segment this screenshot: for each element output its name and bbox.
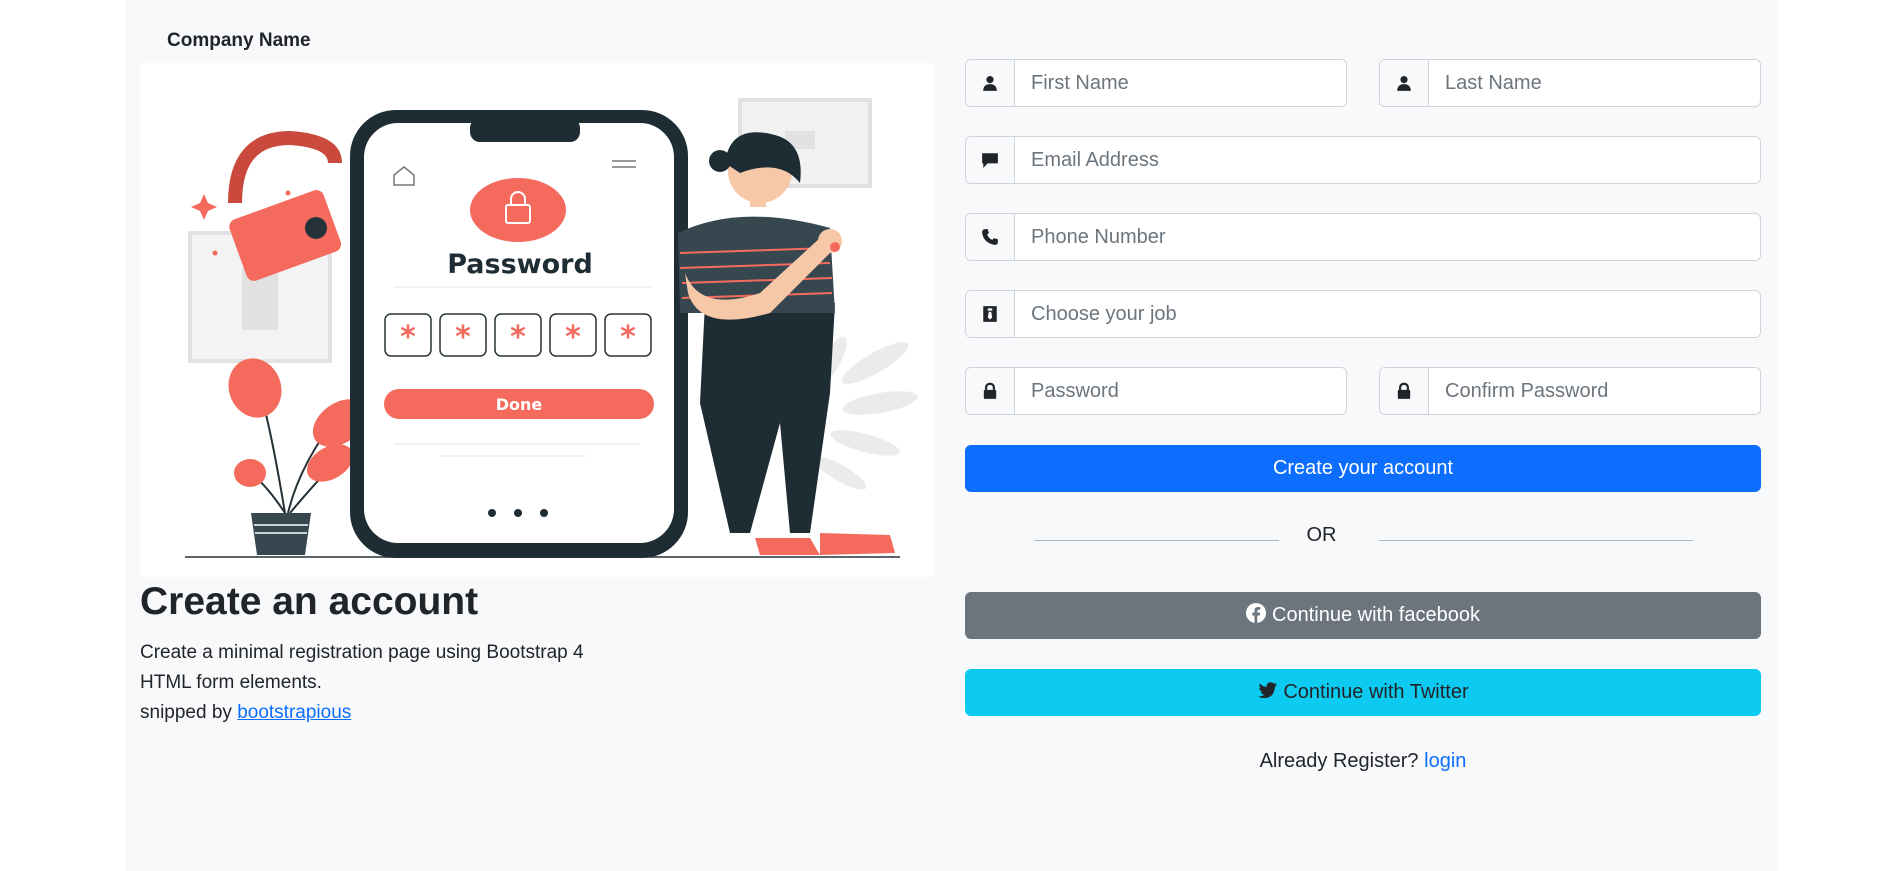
user-icon xyxy=(966,60,1015,106)
briefcase-icon xyxy=(966,291,1015,337)
continue-facebook-button[interactable]: Continue with facebook xyxy=(965,592,1761,639)
password-group xyxy=(965,367,1347,415)
description-line: HTML form elements. xyxy=(140,672,322,693)
page-title: Create an account xyxy=(140,580,479,623)
page-description: Create a minimal registration page using… xyxy=(140,638,660,728)
sparkle-dot xyxy=(285,190,291,196)
last-name-group xyxy=(1379,59,1761,107)
twitter-icon xyxy=(1257,680,1277,706)
credit-link[interactable]: bootstrapious xyxy=(237,702,351,723)
woman-figure xyxy=(678,132,895,555)
hero-illustration: Password * * * * * Done xyxy=(140,63,935,577)
sparkle-dot xyxy=(212,250,218,256)
lock-icon xyxy=(966,368,1015,414)
continue-twitter-label: Continue with Twitter xyxy=(1283,681,1469,703)
first-name-group xyxy=(965,59,1347,107)
pin-boxes: * * * * * xyxy=(384,313,652,357)
pin-char: * xyxy=(455,320,471,355)
or-label: OR xyxy=(1306,524,1337,546)
credit-prefix: snipped by xyxy=(140,702,238,723)
login-link[interactable]: login xyxy=(1424,750,1466,772)
divider-line xyxy=(1379,540,1693,541)
pin-char: * xyxy=(510,320,526,355)
confirm-password-group xyxy=(1379,367,1761,415)
phone-done-label: Done xyxy=(496,395,543,414)
last-name-input[interactable] xyxy=(1429,60,1760,106)
first-name-input[interactable] xyxy=(1015,60,1346,106)
email-group xyxy=(965,136,1761,184)
or-divider: OR xyxy=(965,524,1761,550)
confirm-password-input[interactable] xyxy=(1429,368,1760,414)
description-line: Create a minimal registration page using… xyxy=(140,642,584,663)
password-input[interactable] xyxy=(1015,368,1346,414)
credit-line: snipped by bootstrapious xyxy=(140,698,660,728)
user-icon xyxy=(1380,60,1429,106)
phone-input[interactable] xyxy=(1015,214,1760,260)
envelope-icon xyxy=(966,137,1015,183)
job-select[interactable] xyxy=(1015,291,1760,337)
page-container: Company Name Password * * * * * Done Cre… xyxy=(125,0,1777,871)
company-name: Company Name xyxy=(167,30,311,51)
padlock-keyhole xyxy=(305,217,327,239)
pin-char: * xyxy=(400,320,416,355)
phone-icon xyxy=(966,214,1015,260)
continue-twitter-button[interactable]: Continue with Twitter xyxy=(965,669,1761,716)
password-phone-illustration: Password * * * * * Done xyxy=(185,98,918,558)
email-input[interactable] xyxy=(1015,137,1760,183)
phone-group xyxy=(965,213,1761,261)
create-account-button[interactable]: Create your account xyxy=(965,445,1761,492)
login-prompt: Already Register? login xyxy=(965,750,1761,773)
phone-heading: Password xyxy=(447,249,593,280)
pin-char: * xyxy=(620,320,636,355)
continue-facebook-label: Continue with facebook xyxy=(1272,604,1480,626)
create-account-label: Create your account xyxy=(1272,457,1454,479)
pin-char: * xyxy=(565,320,581,355)
lock-icon xyxy=(1380,368,1429,414)
facebook-icon xyxy=(1246,602,1267,629)
phone-notch xyxy=(470,118,580,142)
job-group xyxy=(965,290,1761,338)
sparkle-icon xyxy=(191,194,217,220)
lock-badge xyxy=(470,178,566,242)
already-register-text: Already Register? xyxy=(1259,750,1425,772)
